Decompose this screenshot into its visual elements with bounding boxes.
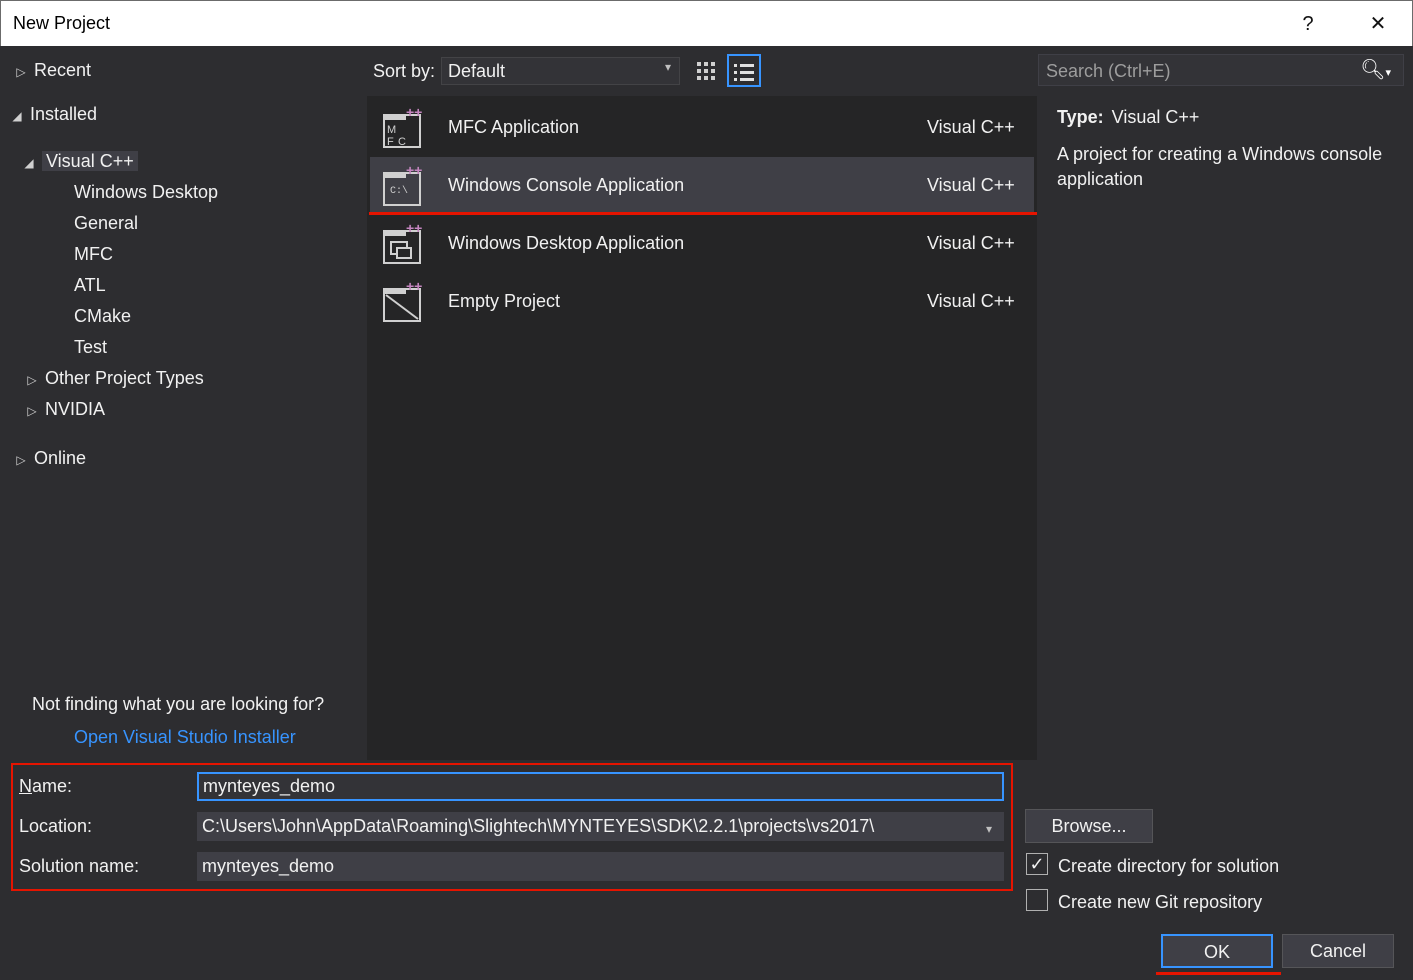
caret-right-icon: ▷: [27, 404, 37, 418]
name-field[interactable]: [197, 772, 1004, 801]
template-language: Visual C++: [927, 233, 1015, 253]
mfc-icon: M F C ++: [383, 107, 422, 148]
svg-text:++: ++: [406, 223, 422, 236]
ok-highlight: [1156, 972, 1281, 975]
type-info: Type: Visual C++: [1057, 107, 1199, 128]
browse-button[interactable]: Browse...: [1025, 809, 1153, 843]
checkmark-icon: ✓: [1029, 854, 1045, 874]
tree-item-recent[interactable]: ▷ Recent: [14, 55, 91, 85]
tree-item-general[interactable]: General: [74, 208, 138, 238]
grid-view-button[interactable]: [689, 54, 723, 87]
tree-item-windows-desktop[interactable]: Windows Desktop: [74, 177, 218, 207]
search-placeholder: Search (Ctrl+E): [1046, 61, 1171, 81]
svg-text:++: ++: [406, 107, 422, 120]
help-button[interactable]: ?: [1278, 1, 1338, 47]
open-installer-link[interactable]: Open Visual Studio Installer: [74, 727, 296, 748]
template-row-empty-project[interactable]: ++ Empty Project Visual C++: [370, 273, 1034, 331]
location-label: Location:: [19, 816, 93, 836]
sort-label: Sort by:: [373, 61, 436, 81]
tree-item-installed[interactable]: ◢ Installed: [10, 99, 97, 129]
desktop-app-icon: ++: [383, 223, 422, 264]
caret-right-icon: ▷: [16, 453, 26, 467]
svg-text:++: ++: [406, 281, 422, 294]
template-name: Empty Project: [448, 291, 561, 311]
close-button[interactable]: ✕: [1348, 1, 1408, 47]
svg-text:M: M: [387, 124, 396, 136]
template-language: Visual C++: [927, 175, 1015, 195]
search-icon[interactable]: 🔍︎▾: [1360, 57, 1391, 82]
not-finding-hint: Not finding what you are looking for?: [32, 694, 325, 714]
grid-view-icon: [697, 62, 715, 81]
template-row-desktop-app[interactable]: ++ Windows Desktop Application Visual C+…: [370, 215, 1034, 273]
cancel-button[interactable]: Cancel: [1282, 934, 1394, 968]
svg-text:C:\: C:\: [390, 185, 408, 197]
tree-item-cmake[interactable]: CMake: [74, 301, 131, 331]
caret-right-icon: ▷: [16, 65, 26, 79]
tree-label: Online: [34, 448, 87, 468]
template-row-console[interactable]: C:\ ++ Windows Console Application Visua…: [370, 157, 1034, 215]
svg-text:F: F: [387, 136, 394, 148]
chevron-down-icon[interactable]: ▾: [986, 822, 992, 836]
tree-label: Other Project Types: [45, 368, 204, 388]
window-title: New Project: [13, 13, 111, 33]
caret-down-icon: ◢: [24, 156, 34, 170]
tree-label: Recent: [34, 60, 92, 80]
template-name: MFC Application: [448, 117, 580, 137]
title-bar: New Project ? ✕: [0, 0, 1413, 46]
empty-project-icon: ++: [383, 281, 422, 322]
name-label: Name:: [19, 776, 73, 796]
sort-dropdown[interactable]: Default ▾: [441, 57, 680, 85]
tree-item-online[interactable]: ▷ Online: [14, 443, 86, 473]
sort-value: Default: [448, 61, 506, 81]
template-language: Visual C++: [927, 291, 1015, 311]
tree-item-visual-cpp[interactable]: ◢ Visual C++: [22, 146, 138, 176]
caret-down-icon: ◢: [12, 109, 22, 123]
tree-item-mfc[interactable]: MFC: [74, 239, 113, 269]
create-directory-checkbox[interactable]: ✓: [1026, 853, 1048, 875]
chevron-down-icon: ▾: [1385, 67, 1391, 79]
template-description: A project for creating a Windows console…: [1057, 144, 1383, 189]
search-input[interactable]: Search (Ctrl+E) 🔍︎▾: [1038, 54, 1404, 86]
tree-item-nvidia[interactable]: ▷ NVIDIA: [25, 394, 105, 424]
create-directory-label: Create directory for solution: [1058, 856, 1280, 876]
tree-label: NVIDIA: [45, 399, 106, 419]
type-label: Type:: [1057, 107, 1104, 127]
type-value: Visual C++: [1111, 107, 1200, 127]
tree-item-atl[interactable]: ATL: [74, 270, 106, 300]
list-view-button[interactable]: [727, 54, 761, 87]
template-name: Windows Console Application: [448, 175, 685, 195]
caret-right-icon: ▷: [27, 373, 37, 387]
template-language: Visual C++: [927, 117, 1015, 137]
tree-item-other-project-types[interactable]: ▷ Other Project Types: [25, 363, 204, 393]
svg-text:C: C: [398, 136, 406, 148]
tree-item-test[interactable]: Test: [74, 332, 107, 362]
chevron-down-icon: ▾: [664, 60, 671, 74]
ok-button[interactable]: OK: [1161, 934, 1273, 968]
create-git-label: Create new Git repository: [1058, 892, 1263, 912]
console-icon: C:\ ++: [383, 165, 422, 206]
tree-label: Installed: [30, 104, 98, 124]
location-field[interactable]: [197, 812, 1004, 841]
svg-text:++: ++: [406, 165, 422, 178]
template-row-mfc[interactable]: M F C ++ MFC Application Visual C++: [370, 99, 1034, 157]
create-git-checkbox[interactable]: [1026, 889, 1048, 911]
solution-name-label: Solution name:: [19, 856, 140, 876]
solution-name-field[interactable]: [197, 852, 1004, 881]
template-name: Windows Desktop Application: [448, 233, 685, 253]
tree-label: Visual C++: [42, 151, 138, 171]
list-view-icon: [734, 64, 754, 82]
